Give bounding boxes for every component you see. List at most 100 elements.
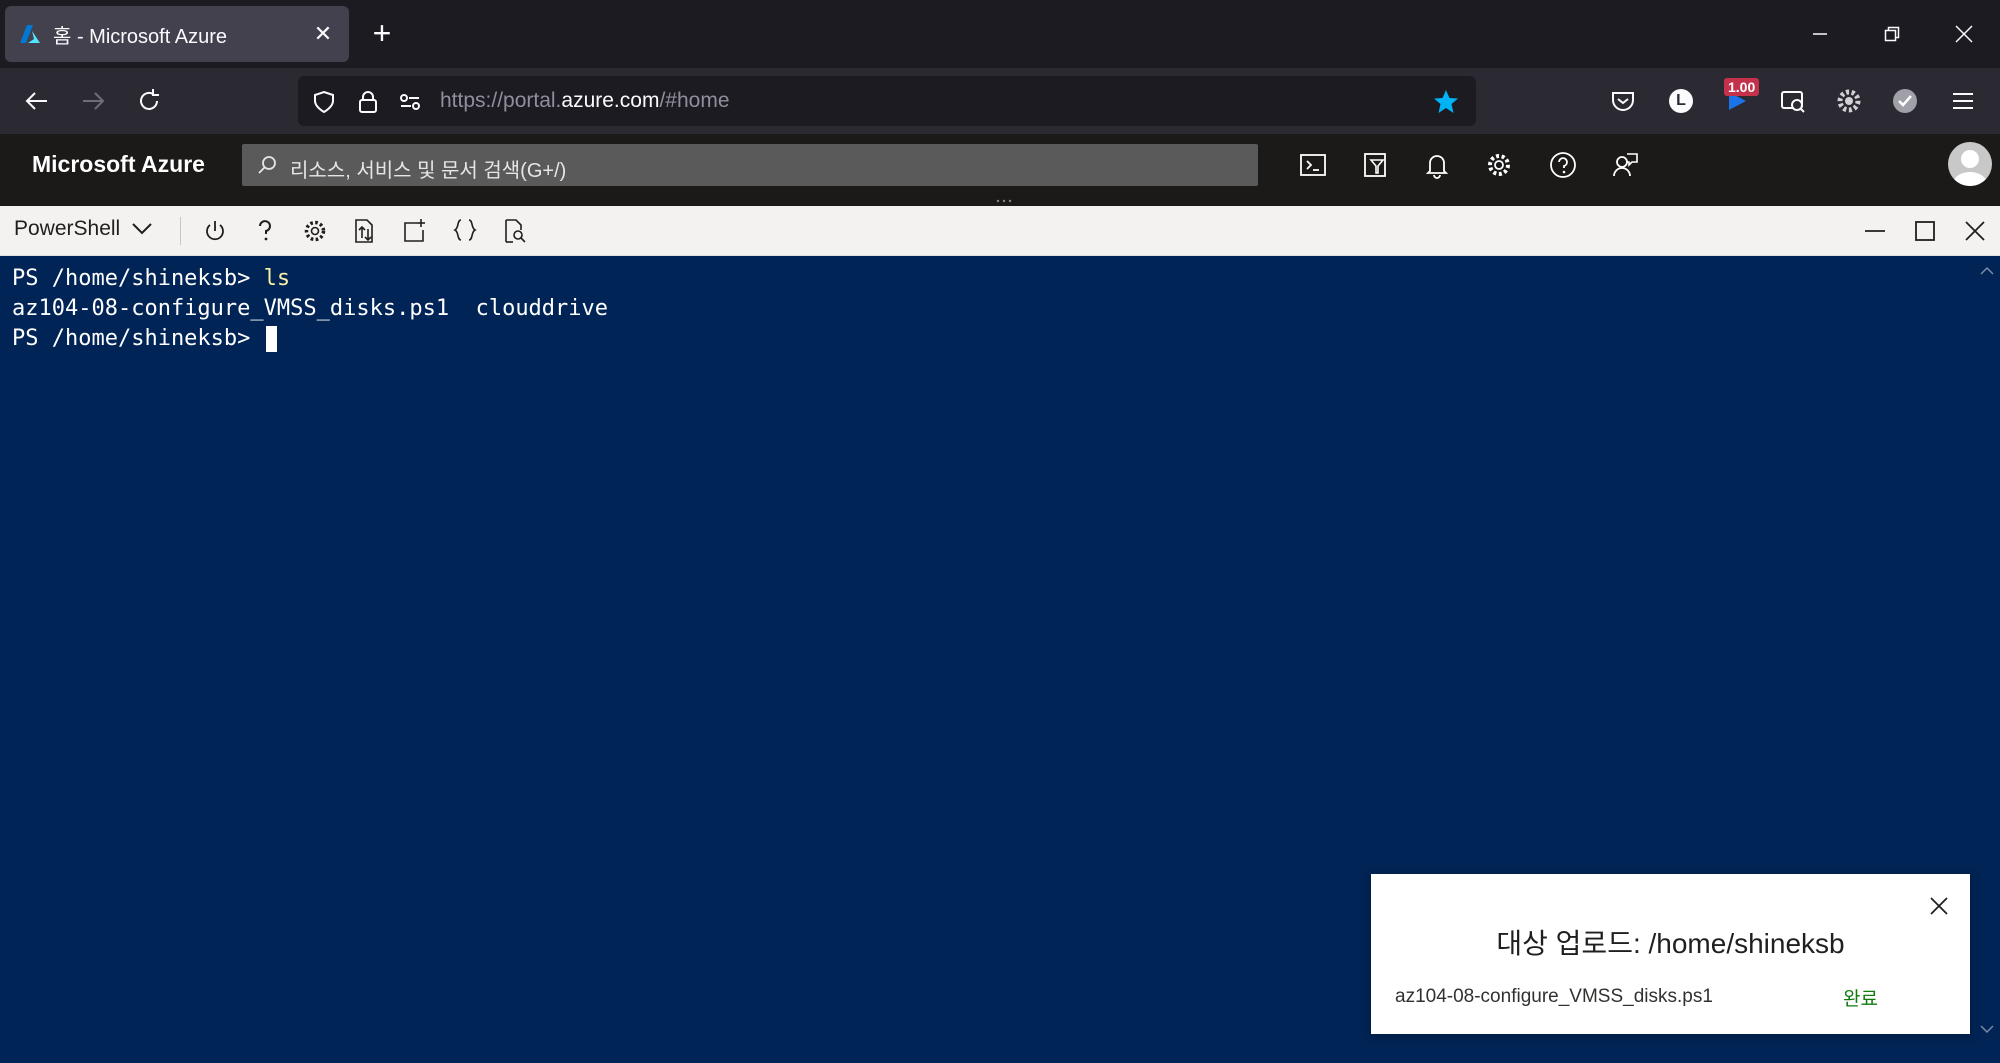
search-icon (258, 156, 276, 174)
upload-title: 대상 업로드: /home/shineksb (1496, 928, 1845, 959)
close-window-button[interactable] (1928, 0, 2000, 68)
help-icon (1550, 152, 1576, 178)
azure-brand[interactable]: Microsoft Azure (32, 151, 205, 178)
azure-favicon-icon (20, 25, 40, 43)
terminal-prompt: PS /home/shineksb> (12, 326, 264, 351)
open-new-session-button[interactable] (400, 216, 430, 246)
pocket-icon[interactable] (1604, 82, 1642, 120)
profile-initial: L (1676, 92, 1686, 109)
lock-icon[interactable] (354, 88, 382, 116)
terminal-prompt: PS /home/shineksb> (12, 266, 264, 291)
minimize-window-button[interactable] (1784, 0, 1856, 68)
minimize-icon (1813, 33, 1827, 35)
question-icon (259, 220, 271, 241)
gear-icon (304, 220, 326, 242)
close-icon (1965, 221, 1985, 241)
profile-l-icon[interactable]: L (1662, 82, 1700, 120)
gear-extension-icon[interactable] (1830, 82, 1868, 120)
open-editor-button[interactable] (450, 216, 480, 246)
terminal-output: PS /home/shineksb> ls az104-08-configure… (12, 264, 608, 354)
toolbar-separator (180, 217, 181, 245)
feedback-icon (1613, 153, 1638, 177)
web-preview-icon (505, 219, 526, 243)
url-suffix: /#home (659, 89, 730, 112)
avatar-icon (1953, 150, 1987, 186)
shell-type-label: PowerShell (14, 217, 121, 240)
notifications-button[interactable] (1418, 146, 1456, 184)
restart-shell-button[interactable] (200, 216, 230, 246)
url-text[interactable]: https://portal.azure.com/#home (440, 89, 730, 113)
reload-button[interactable] (130, 82, 168, 120)
tab-close-icon[interactable]: ✕ (311, 21, 335, 46)
upload-status: 완료 (1843, 989, 1878, 1010)
shell-resize-handle[interactable] (0, 196, 2000, 206)
restore-window-button[interactable] (1856, 0, 1928, 68)
forward-button[interactable] (74, 82, 112, 120)
shell-minimize-button[interactable] (1860, 216, 1890, 246)
settings-button[interactable] (1480, 146, 1518, 184)
power-icon (206, 221, 224, 241)
upload-close-button[interactable] (1925, 892, 1953, 920)
terminal-cursor (265, 326, 277, 352)
search-placeholder: 리소스, 서비스 및 문서 검색(G+/) (290, 160, 567, 182)
shell-help-button[interactable] (250, 216, 280, 246)
upload-download-button[interactable] (350, 216, 380, 246)
shell-type-selector[interactable]: PowerShell (14, 217, 152, 241)
close-icon (1930, 897, 1948, 915)
cloud-shell-button[interactable] (1294, 146, 1332, 184)
web-preview-button[interactable] (500, 216, 530, 246)
minimize-icon (1865, 230, 1885, 232)
shell-close-button[interactable] (1960, 216, 1990, 246)
upload-download-icon (355, 219, 373, 243)
azure-header: Microsoft Azure 리소스, 서비스 및 문서 검색(G+/) (0, 134, 2000, 196)
address-bar[interactable]: https://portal.azure.com/#home (298, 76, 1476, 126)
terminal-line: PS /home/shineksb> ls (12, 264, 608, 294)
url-prefix: https://portal. (440, 89, 562, 112)
menu-hamburger-icon[interactable] (1944, 82, 1982, 120)
terminal-scrollbar[interactable] (1974, 256, 2000, 1063)
check-extension-icon[interactable] (1886, 82, 1924, 120)
close-icon (1955, 25, 1973, 43)
terminal-line: PS /home/shineksb> (12, 324, 608, 354)
drag-handle-icon (996, 199, 1012, 203)
upload-file-name: az104-08-configure_VMSS_disks.ps1 (1395, 986, 1713, 1007)
shell-maximize-button[interactable] (1910, 216, 1940, 246)
directory-filter-button[interactable] (1356, 146, 1394, 184)
user-avatar[interactable] (1948, 142, 1992, 186)
reload-icon (140, 89, 159, 110)
browser-navbar: https://portal.azure.com/#home L 1.00 (0, 68, 2000, 134)
site-permissions-icon[interactable] (396, 88, 424, 116)
forward-arrow-icon (83, 92, 105, 110)
azure-search-box[interactable]: 리소스, 서비스 및 문서 검색(G+/) (242, 144, 1258, 186)
braces-icon (453, 219, 477, 241)
back-arrow-icon (25, 92, 47, 110)
screen-reader-extension-icon[interactable] (1774, 82, 1812, 120)
maximize-icon (1915, 221, 1935, 241)
terminal-output-text: az104-08-configure_VMSS_disks.ps1 cloudd… (12, 296, 609, 321)
terminal-line: az104-08-configure_VMSS_disks.ps1 cloudd… (12, 294, 608, 324)
directory-filter-icon (1364, 153, 1386, 177)
browser-tab-strip: 홈 - Microsoft Azure ✕ + (0, 0, 2000, 68)
feedback-button[interactable] (1606, 146, 1644, 184)
bell-icon (1425, 155, 1449, 179)
url-host: azure.com (561, 89, 660, 112)
new-tab-button[interactable]: + (366, 17, 398, 50)
tab-title: 홈 - Microsoft Azure (53, 25, 227, 48)
browser-tab[interactable]: 홈 - Microsoft Azure ✕ (5, 6, 349, 62)
restore-icon (1884, 26, 1900, 42)
terminal-command: ls (263, 266, 291, 291)
bookmark-star-icon[interactable] (1432, 88, 1460, 116)
chevron-down-icon (132, 223, 152, 235)
new-session-icon (404, 219, 425, 242)
scroll-up-icon[interactable] (1980, 264, 1994, 278)
shell-toolbar: PowerShell (0, 206, 2000, 256)
shield-icon[interactable] (310, 88, 338, 116)
scroll-down-icon[interactable] (1980, 1022, 1994, 1036)
extension-badge: 1.00 (1724, 78, 1760, 96)
window-controls (1784, 0, 2000, 68)
help-button[interactable] (1544, 146, 1582, 184)
shell-settings-button[interactable] (300, 216, 330, 246)
back-button[interactable] (18, 82, 56, 120)
upload-notification: 대상 업로드: /home/shineksb az104-08-configur… (1371, 874, 1970, 1034)
gear-icon (1488, 154, 1510, 176)
